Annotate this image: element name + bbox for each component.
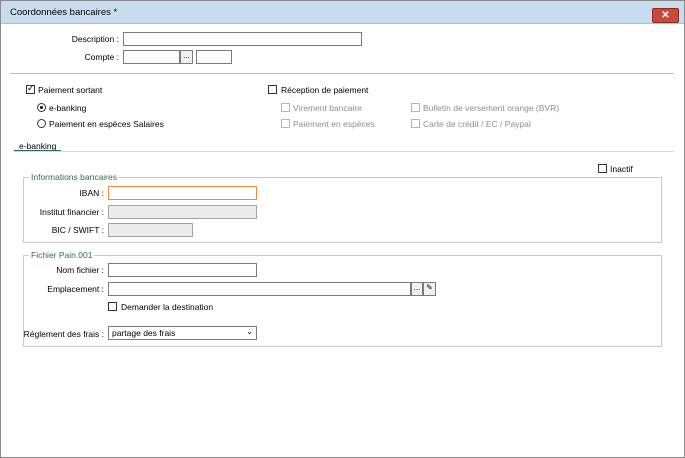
emplacement-browse-button[interactable]: ... xyxy=(411,282,423,296)
compte-input[interactable] xyxy=(123,50,180,64)
carte-checkbox[interactable] xyxy=(411,119,420,128)
separator xyxy=(10,73,674,74)
especes-salaires-label: Paiement en espèces Salaires xyxy=(49,119,164,129)
especes-salaires-radio[interactable] xyxy=(37,119,46,128)
reglement-frais-select[interactable]: partage des frais ⌄ xyxy=(108,326,257,340)
demander-destination-label: Demander la destination xyxy=(121,302,214,312)
emplacement-tag-button[interactable]: ✎ xyxy=(423,282,436,296)
emplacement-label: Emplacement : xyxy=(47,284,104,294)
paiement-sortant-checkbox[interactable] xyxy=(26,83,35,94)
compte-extra-input[interactable] xyxy=(196,50,232,64)
institut-input xyxy=(108,205,257,219)
ebanking-radio-label: e-banking xyxy=(49,103,87,113)
virement-checkbox[interactable] xyxy=(281,103,290,112)
close-button[interactable]: ✕ xyxy=(652,8,679,23)
bvr-checkbox[interactable] xyxy=(411,103,420,112)
pain-group-title: Fichier Pain.001 xyxy=(29,250,95,260)
dialog-content: Description : Compte : ... Paiement sort… xyxy=(4,25,681,451)
emplacement-input[interactable] xyxy=(108,282,411,296)
chevron-down-icon: ⌄ xyxy=(246,327,253,336)
reception-paiement-label: Réception de paiement xyxy=(281,85,369,95)
compte-browse-button[interactable]: ... xyxy=(180,50,193,64)
nom-fichier-label: Nom fichier : xyxy=(56,265,104,275)
virement-label: Virement bancaire xyxy=(293,103,362,113)
institut-label: Institut financier : xyxy=(39,207,104,217)
reception-paiement-checkbox[interactable] xyxy=(268,85,277,94)
dialog-window: Coordonnées bancaires * ✕ Description : … xyxy=(0,0,685,458)
close-icon: ✕ xyxy=(661,10,670,21)
window-title: Coordonnées bancaires * xyxy=(10,7,118,18)
especes-label: Paiement en espèces xyxy=(293,119,375,129)
iban-label: IBAN : xyxy=(79,188,104,198)
paiement-sortant-label: Paiement sortant xyxy=(38,85,103,95)
reglement-frais-label: Réglement des frais : xyxy=(23,329,104,339)
reglement-frais-value: partage des frais xyxy=(112,328,176,338)
bic-input xyxy=(108,223,193,237)
iban-input[interactable] xyxy=(108,186,257,200)
title-bar[interactable]: Coordonnées bancaires * ✕ xyxy=(1,1,684,24)
inactif-label: Inactif xyxy=(610,164,633,174)
compte-label: Compte : xyxy=(84,52,120,62)
nom-fichier-input[interactable] xyxy=(108,263,257,277)
bank-info-group-title: Informations bancaires xyxy=(29,172,119,182)
bvr-label: Bulletin de versement orange (BVR) xyxy=(423,103,560,113)
especes-checkbox[interactable] xyxy=(281,119,290,128)
description-label: Description : xyxy=(71,34,119,44)
description-input[interactable] xyxy=(123,32,362,46)
demander-destination-checkbox[interactable] xyxy=(108,302,117,311)
carte-label: Carte de crédit / EC / Paypal xyxy=(423,119,531,129)
tab-strip-line xyxy=(14,151,674,152)
ebanking-radio[interactable] xyxy=(37,103,46,112)
inactif-checkbox[interactable] xyxy=(598,164,607,173)
bic-label: BIC / SWIFT : xyxy=(51,225,104,235)
tag-icon: ✎ xyxy=(426,283,433,292)
